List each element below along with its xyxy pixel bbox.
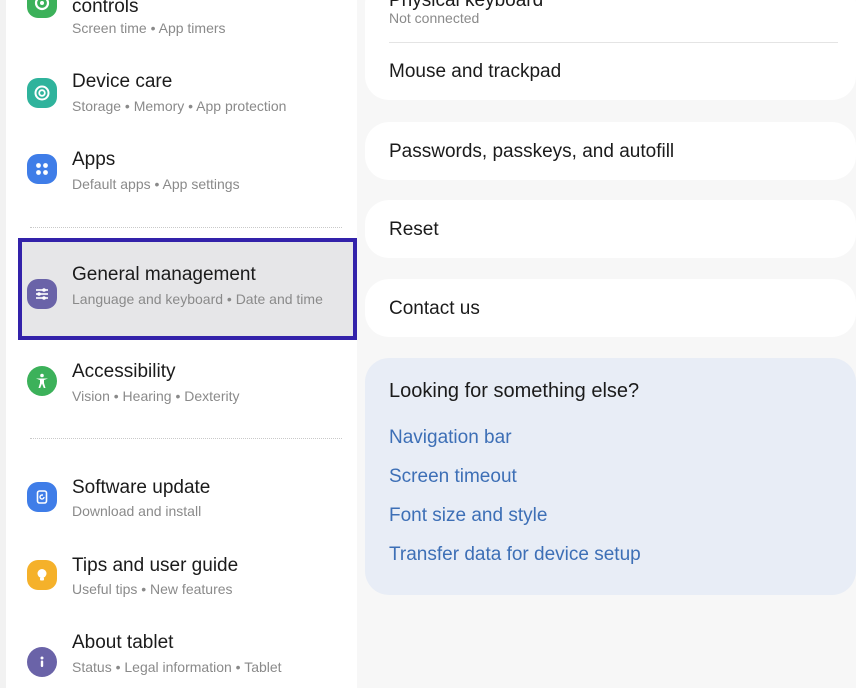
suggestions-card: Looking for something else? Navigation b… (365, 358, 856, 595)
menu-item-subtitle: Vision • Hearing • Dexterity (72, 388, 240, 404)
menu-item-software-update[interactable]: Software update Download and install (6, 470, 357, 530)
passwords-card[interactable]: Passwords, passkeys, and autofill (365, 122, 856, 180)
suggestions-heading: Looking for something else? (389, 380, 640, 402)
physical-keyboard-status: Not connected (389, 10, 480, 26)
reset-item[interactable]: Reset (389, 219, 439, 241)
menu-item-subtitle: Default apps • App settings (72, 176, 240, 192)
menu-item-accessibility[interactable]: Accessibility Vision • Hearing • Dexteri… (6, 356, 357, 416)
card-divider (389, 42, 838, 43)
link-transfer-data[interactable]: Transfer data for device setup (389, 544, 641, 566)
contact-card[interactable]: Contact us (365, 279, 856, 337)
menu-item-subtitle: Useful tips • New features (72, 581, 233, 597)
info-icon (27, 647, 57, 677)
menu-item-title: Tips and user guide (72, 555, 239, 576)
menu-item-title: Device care (72, 71, 173, 92)
section-divider (30, 227, 342, 228)
menu-item-subtitle: Status • Legal information • Tablet (72, 659, 282, 675)
mouse-trackpad-item[interactable]: Mouse and trackpad (389, 61, 561, 83)
detail-panel: Physical keyboard Not connected Mouse an… (365, 0, 856, 688)
device-care-icon (27, 78, 57, 108)
menu-item-general-management[interactable]: General management Language and keyboard… (6, 258, 357, 334)
menu-item-title: General management (72, 264, 256, 285)
section-divider (30, 438, 342, 439)
settings-menu: controls Screen time • App timers Device… (0, 0, 357, 688)
apps-icon (27, 154, 57, 184)
menu-item-subtitle: Screen time • App timers (72, 20, 226, 36)
link-navigation-bar[interactable]: Navigation bar (389, 427, 512, 449)
lightbulb-icon (27, 560, 57, 590)
menu-item-tips[interactable]: Tips and user guide Useful tips • New fe… (6, 548, 357, 608)
menu-item-title: Accessibility (72, 361, 176, 382)
contact-us-item[interactable]: Contact us (389, 298, 480, 320)
link-screen-timeout[interactable]: Screen timeout (389, 466, 517, 488)
menu-item-about-tablet[interactable]: About tablet Status • Legal information … (6, 626, 357, 688)
sliders-icon (27, 279, 57, 309)
menu-item-apps[interactable]: Apps Default apps • App settings (6, 144, 357, 204)
menu-item-title: Apps (72, 149, 116, 170)
menu-item-subtitle: Storage • Memory • App protection (72, 98, 287, 114)
menu-item-title: controls (72, 0, 139, 17)
menu-item-subtitle: Language and keyboard • Date and time (72, 291, 323, 307)
menu-item-title: Software update (72, 477, 211, 498)
menu-item-digital-wellbeing[interactable]: controls Screen time • App timers (6, 0, 357, 50)
menu-item-device-care[interactable]: Device care Storage • Memory • App prote… (6, 66, 357, 126)
update-icon (27, 482, 57, 512)
menu-item-title: About tablet (72, 632, 174, 653)
wellbeing-icon (27, 0, 57, 18)
passwords-autofill-item[interactable]: Passwords, passkeys, and autofill (389, 141, 674, 163)
menu-item-subtitle: Download and install (72, 503, 202, 519)
accessibility-icon (27, 366, 57, 396)
input-devices-card: Physical keyboard Not connected Mouse an… (365, 0, 856, 100)
link-font-size-style[interactable]: Font size and style (389, 505, 547, 527)
reset-card[interactable]: Reset (365, 200, 856, 258)
